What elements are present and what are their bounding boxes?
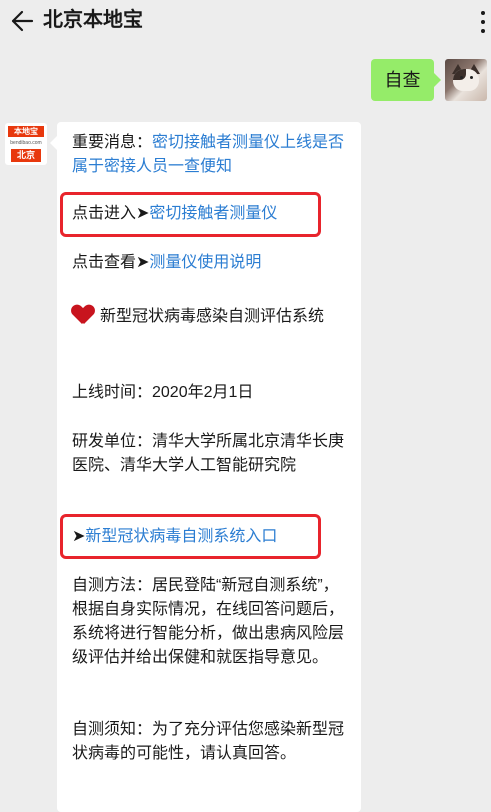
arrow-glyph: ➤ <box>72 528 86 545</box>
my-avatar[interactable] <box>445 59 487 101</box>
more-options-icon[interactable] <box>477 9 491 35</box>
logo-top-text: 本地宝 <box>8 126 44 137</box>
self-test-notice: 自测须知：为了充分评估您感染新型冠状病毒的可能性，请认真回答。 <box>72 721 345 762</box>
logo-city-text: 北京 <box>11 149 41 162</box>
instructions-label: 点击查看➤ <box>72 254 150 271</box>
enter-label: 点击进入➤ <box>72 205 150 222</box>
chat-title: 北京本地宝 <box>43 9 143 31</box>
top-bar: 北京本地宝 <box>0 0 491 44</box>
instructions-line: 点击查看➤测量仪使用说明 <box>72 251 352 275</box>
important-notice-label: 重要消息： <box>72 134 153 151</box>
launch-date: 上线时间：2020年2月1日 <box>72 384 254 401</box>
self-test-system-link[interactable]: 新型冠状病毒自测系统入口 <box>85 528 277 545</box>
system-heading: 新型冠状病毒感染自测评估系统 <box>72 305 347 329</box>
meter-instructions-link[interactable]: 测量仪使用说明 <box>149 254 261 271</box>
outgoing-message[interactable]: 自查 <box>371 59 441 101</box>
contact-meter-link[interactable]: 密切接触者测量仪 <box>149 205 277 222</box>
system-heading-text: 新型冠状病毒感染自测评估系统 <box>100 308 325 325</box>
enter-line: 点击进入➤密切接触者测量仪 <box>72 202 352 226</box>
logo-domain-text: bendibao.com <box>10 140 42 146</box>
back-arrow-icon[interactable] <box>6 6 36 36</box>
important-notice: 重要消息：密切接触者测量仪上线是否属于密接人员一查便知 <box>72 131 352 179</box>
developer-info: 研发单位：清华大学所属北京清华长庚医院、清华大学人工智能研究院 <box>72 433 345 474</box>
system-entry-line: ➤新型冠状病毒自测系统入口 <box>72 525 352 549</box>
self-test-method: 自测方法：居民登陆“新冠自测系统”，根据自身实际情况，在线回答问题后，系统将进行… <box>72 577 345 666</box>
sender-avatar[interactable]: 本地宝 bendibao.com 北京 <box>5 123 47 165</box>
heart-icon <box>72 305 94 325</box>
